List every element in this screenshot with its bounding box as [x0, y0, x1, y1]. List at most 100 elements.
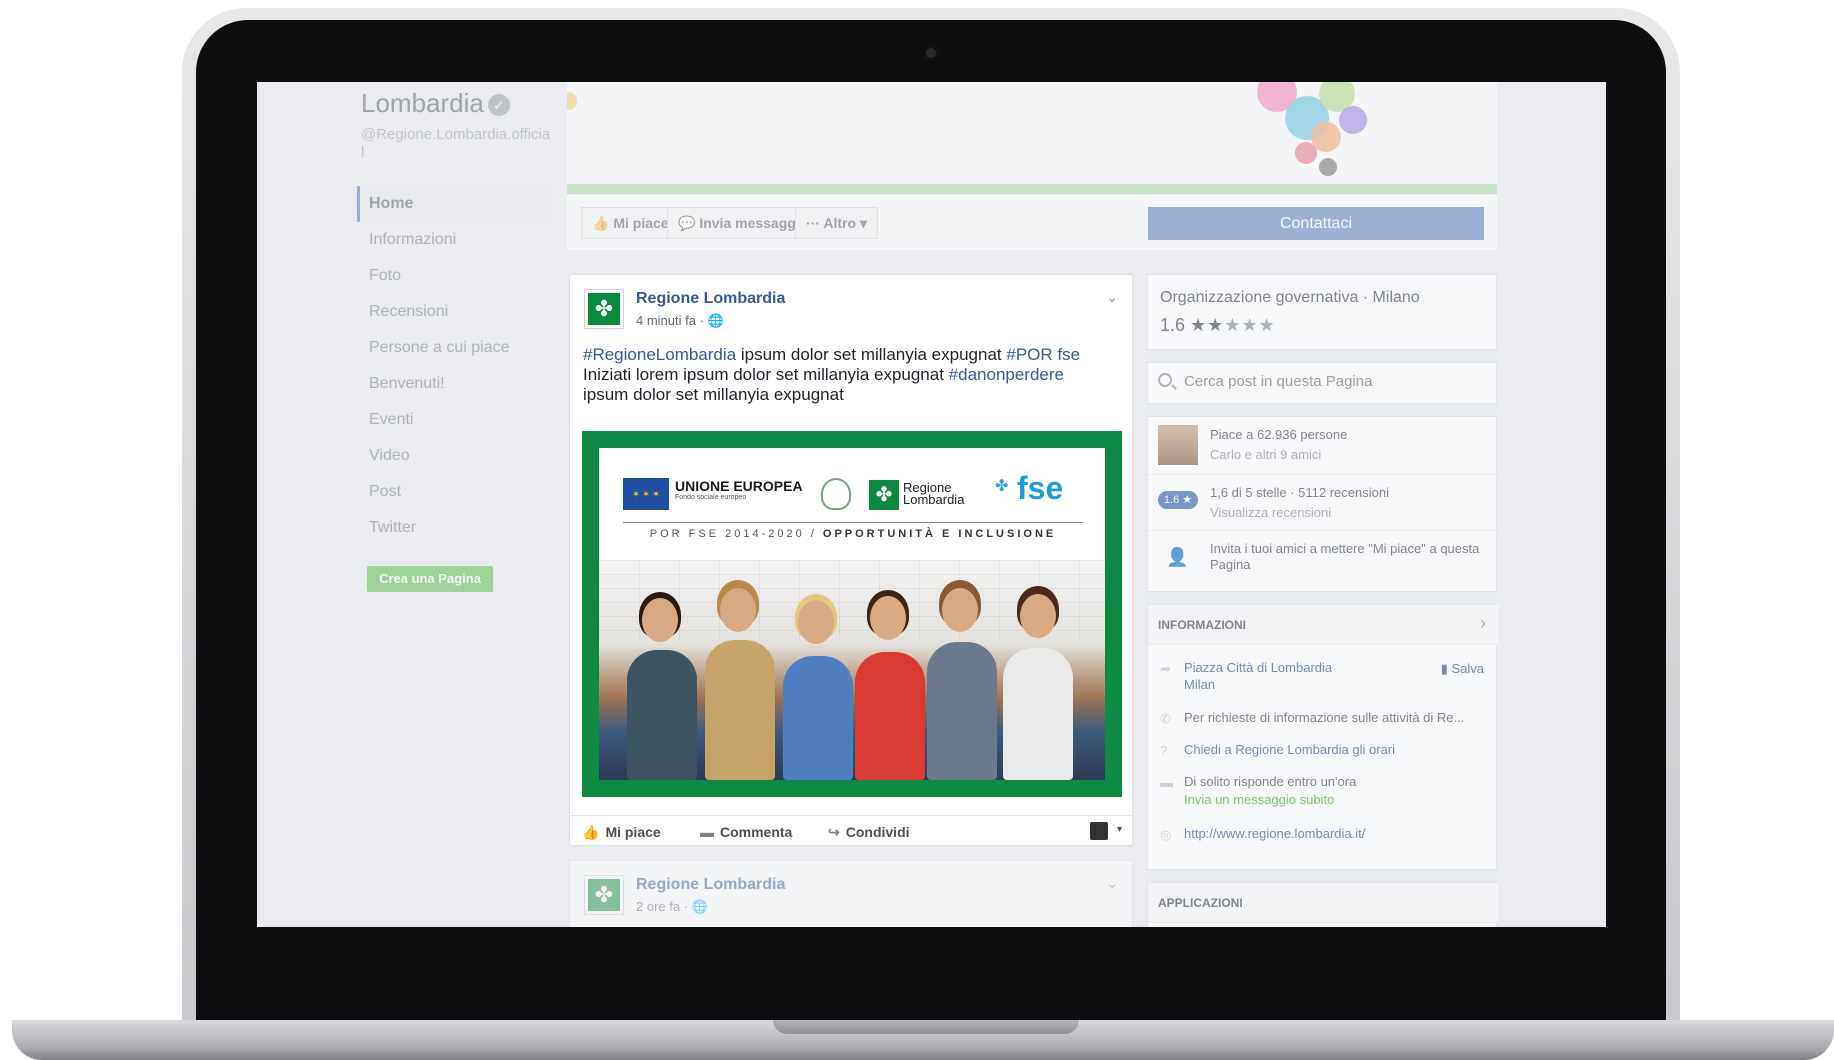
address[interactable]: Piazza Città di Lombardia Milan [1184, 659, 1332, 693]
post-time-text: 4 minuti fa · [636, 313, 708, 328]
laptop-notch [773, 1020, 1079, 1034]
left-column: Lombardia ✓ @Regione.Lombardia.official H… [357, 82, 552, 927]
post-options-chevron-icon[interactable]: ⌄ [1106, 875, 1118, 892]
website-link[interactable]: http://www.regione.lombardia.it/ [1184, 825, 1365, 842]
person [1003, 648, 1073, 780]
page-title[interactable]: Lombardia ✓ [361, 88, 510, 119]
post-author[interactable]: Regione Lombardia [636, 876, 785, 894]
page-rating[interactable]: 1.6 ★★★★★ [1160, 315, 1276, 336]
laptop-mockup: Lombardia ✓ @Regione.Lombardia.official H… [0, 0, 1834, 1060]
logo-strip: ✶ ✶ ✶ UNIONE EUROPEA Fondo sociale europ… [623, 470, 1083, 512]
apps-title: APPLICAZIONI [1158, 896, 1243, 910]
like-page-label: Mi piace [613, 215, 669, 231]
contact-button[interactable]: Contattaci [1148, 207, 1484, 240]
nav-item-post[interactable]: Post [357, 474, 552, 510]
cover-bar [567, 184, 1497, 194]
italy-emblem-icon [821, 478, 851, 510]
post-image-inner: ✶ ✶ ✶ UNIONE EUROPEA Fondo sociale europ… [599, 448, 1105, 780]
post-avatar[interactable]: ✤ [584, 875, 624, 915]
bookmark-icon: ▮ [1440, 661, 1452, 676]
save-location-button[interactable]: ▮ Salva [1441, 661, 1484, 677]
actor-avatar[interactable] [1090, 822, 1108, 840]
send-message-now-link[interactable]: Invia un messaggio subito [1184, 791, 1334, 808]
likes-friends[interactable]: Carlo e altri 9 amici [1210, 447, 1321, 462]
post-image[interactable]: ✶ ✶ ✶ UNIONE EUROPEA Fondo sociale europ… [582, 431, 1122, 797]
regione-lombardia-logo-icon: ✤ [869, 480, 899, 510]
person-head [798, 600, 834, 644]
create-page-button[interactable]: Crea una Pagina [367, 566, 493, 592]
nav-item-informazioni[interactable]: Informazioni [357, 222, 552, 258]
facebook-page-screen: Lombardia ✓ @Regione.Lombardia.official H… [257, 82, 1606, 927]
person-head [942, 588, 978, 632]
post-author[interactable]: Regione Lombardia [636, 290, 785, 308]
hashtag-link[interactable]: #danonperdere [949, 365, 1064, 384]
person-head [870, 596, 906, 640]
info-header[interactable]: INFORMAZIONI › [1148, 605, 1498, 645]
page-search-input[interactable] [1184, 373, 1484, 390]
post-timestamp[interactable]: 4 minuti fa · 🌐 [636, 313, 724, 329]
hashtag-link[interactable]: #RegioneLombardia [583, 345, 736, 364]
person-head [720, 588, 756, 632]
eu-flag-icon: ✶ ✶ ✶ [623, 478, 669, 510]
page-action-bar: 👍 Mi piace 💬 Invia messaggio ··· Altro ▾… [567, 194, 1497, 250]
cover-photo[interactable] [567, 82, 1497, 194]
nav-item-foto[interactable]: Foto [357, 258, 552, 294]
address-line1: Piazza Città di Lombardia [1184, 660, 1333, 675]
view-reviews-link[interactable]: Visualizza recensioni [1210, 505, 1331, 520]
nav-item-benvenuti[interactable]: Benvenuti! [357, 366, 552, 402]
nav-item-recensioni[interactable]: Recensioni [357, 294, 552, 330]
invite-friends-link[interactable]: Invita i tuoi amici a mettere "Mi piace"… [1210, 541, 1490, 573]
location-icon: ➦ [1160, 661, 1171, 676]
page-search [1147, 362, 1497, 404]
more-button[interactable]: ··· Altro ▾ [795, 207, 878, 239]
person [855, 652, 925, 780]
nav-item-video[interactable]: Video [357, 438, 552, 474]
post-like-button[interactable]: 👍 Mi piace [582, 824, 661, 841]
nav-item-persone[interactable]: Persone a cui piace [357, 330, 552, 366]
globe-icon: 🌐 [707, 313, 724, 328]
likes-count[interactable]: Piace a 62.936 persone [1210, 427, 1490, 443]
nav-item-home[interactable]: Home [357, 186, 552, 222]
phone-info[interactable]: Per richieste di informazione sulle atti… [1184, 709, 1464, 726]
person-head [1020, 594, 1056, 638]
hashtag-link[interactable]: #POR fse [1006, 345, 1080, 364]
share-icon: ↪ [828, 824, 840, 840]
apps-card: APPLICAZIONI [1147, 882, 1498, 927]
post-action-bar: 👍 Mi piace ▬ Commenta ↪ Condividi ▾ [570, 815, 1134, 847]
post-options-chevron-icon[interactable]: ⌄ [1106, 289, 1118, 306]
post-comment-button[interactable]: ▬ Commenta [700, 824, 792, 840]
nav-item-eventi[interactable]: Eventi [357, 402, 552, 438]
cover-blob [567, 92, 577, 110]
org-type: Organizzazione governativa · Milano [1160, 289, 1420, 306]
cover-blob [1295, 142, 1317, 164]
save-label: Salva [1451, 661, 1484, 676]
chevron-right-icon: › [1480, 613, 1486, 633]
about-summary-card: Organizzazione governativa · Milano 1.6 … [1147, 274, 1497, 350]
fse-wordmark: fse [1017, 470, 1064, 506]
nav-item-twitter[interactable]: Twitter [357, 510, 552, 546]
globe-icon: 🌐 [691, 899, 708, 914]
page-handle[interactable]: @Regione.Lombardia.official [361, 126, 551, 162]
friend-avatar[interactable] [1158, 425, 1198, 465]
send-message-label: Invia messaggio [699, 215, 809, 231]
community-card: Piace a 62.936 persone Carlo e altri 9 a… [1147, 416, 1498, 592]
ask-hours-link[interactable]: Chiedi a Regione Lombardia gli orari [1184, 741, 1395, 758]
regione-logo-icon: ✤ [588, 879, 620, 911]
person-head [642, 598, 678, 642]
post-avatar[interactable]: ✤ [584, 289, 624, 329]
post-comment-label: Commenta [720, 824, 793, 840]
actor-selector-caret-icon[interactable]: ▾ [1117, 824, 1122, 835]
apps-header[interactable]: APPLICAZIONI [1148, 883, 1498, 923]
post-text: #RegioneLombardia ipsum dolor set millan… [583, 345, 1123, 405]
post-text-part: ipsum dolor set millanyia expugnat [583, 385, 844, 404]
reviews-summary: 1,6 di 5 stelle · 5112 recensioni [1210, 485, 1389, 500]
cover-blob [1319, 158, 1337, 176]
post-text-part: ipsum dolor set millanyia expugnat [736, 345, 1007, 364]
like-page-button[interactable]: 👍 Mi piace [581, 207, 680, 239]
post-share-label: Condividi [845, 824, 910, 840]
rating-pill: 1.6 ★ [1158, 491, 1198, 509]
post-timestamp[interactable]: 2 ore fa · 🌐 [636, 899, 708, 915]
post-share-button[interactable]: ↪ Condividi [828, 824, 910, 841]
thumbs-up-icon: 👍 [582, 824, 600, 840]
info-title: INFORMAZIONI [1158, 618, 1246, 632]
